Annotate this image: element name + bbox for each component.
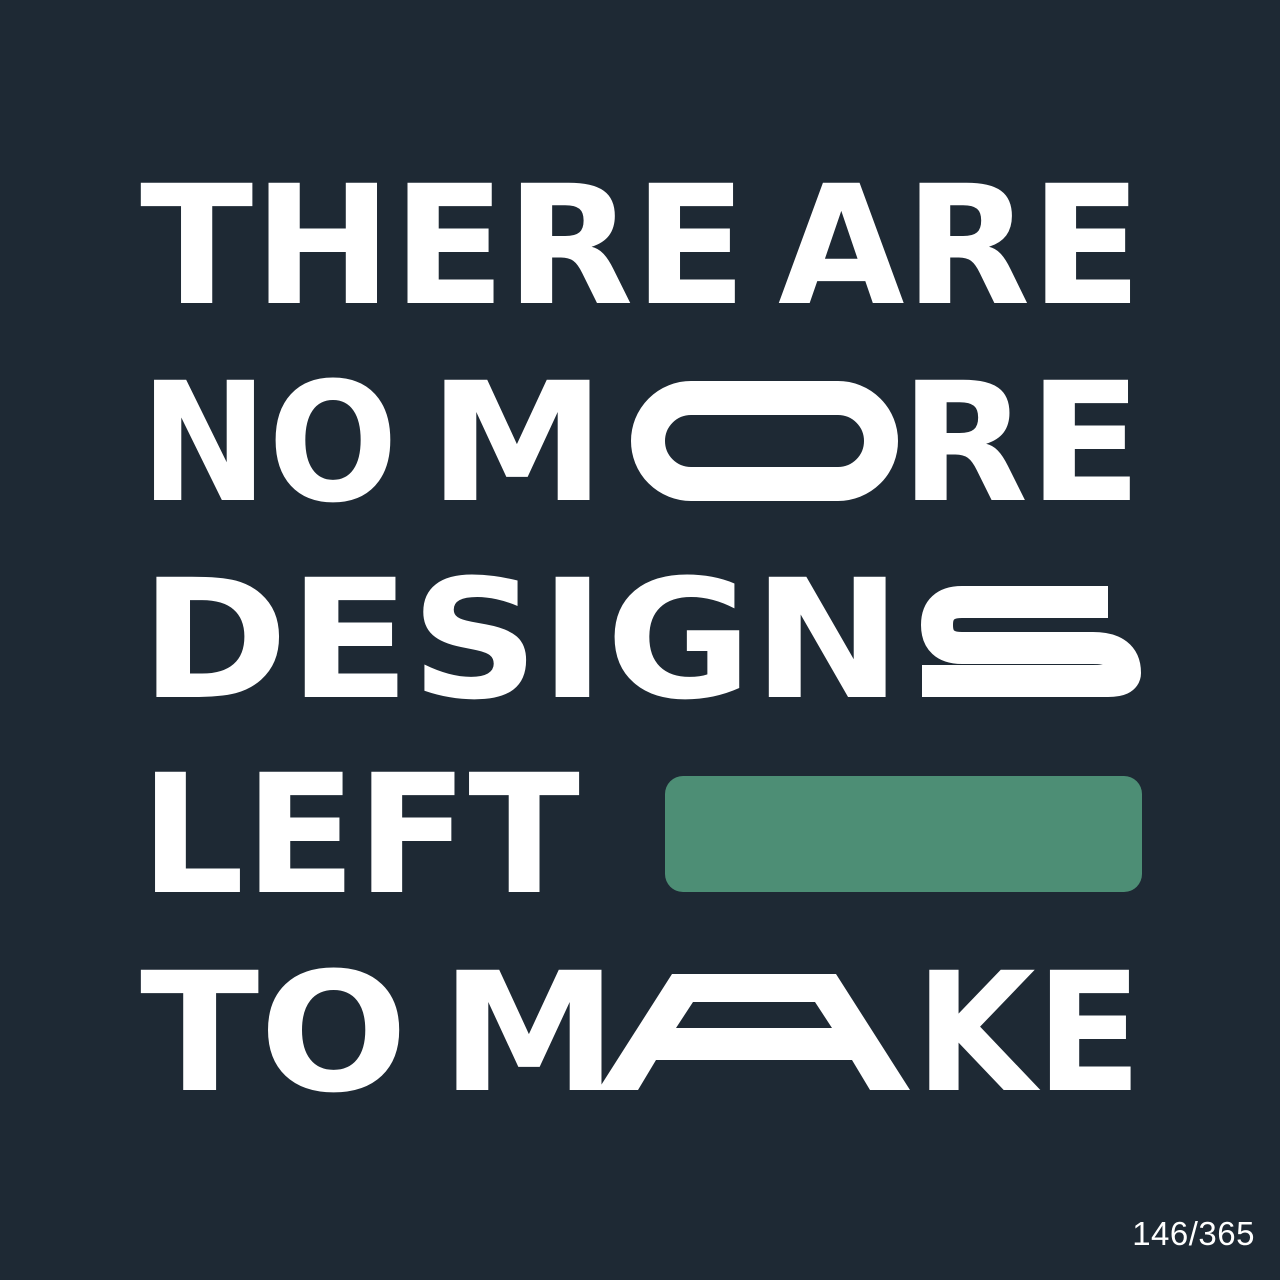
word-are: ARE [778, 150, 1142, 342]
word-design: DESIGN [140, 544, 902, 736]
stretched-s-letter [921, 586, 1141, 697]
letter-m-more: M [428, 347, 606, 539]
letter-m-make: M [440, 937, 618, 1129]
poster: THERE ARE NO M RE DESIGN LEFT TO M KE 14… [0, 0, 1280, 1280]
stretched-o-letter [631, 381, 898, 501]
headline: THERE ARE NO M RE DESIGN LEFT TO M KE [140, 150, 1142, 1129]
word-to: TO [140, 937, 408, 1129]
word-there: THERE [140, 150, 747, 342]
word-ke: KE [915, 937, 1142, 1129]
accent-bar [665, 776, 1142, 892]
word-left: LEFT [140, 739, 580, 931]
stretched-a-letter [598, 974, 910, 1090]
day-counter: 146/365 [1132, 1215, 1255, 1252]
word-no: NO [140, 347, 398, 539]
word-re: RE [900, 347, 1142, 539]
